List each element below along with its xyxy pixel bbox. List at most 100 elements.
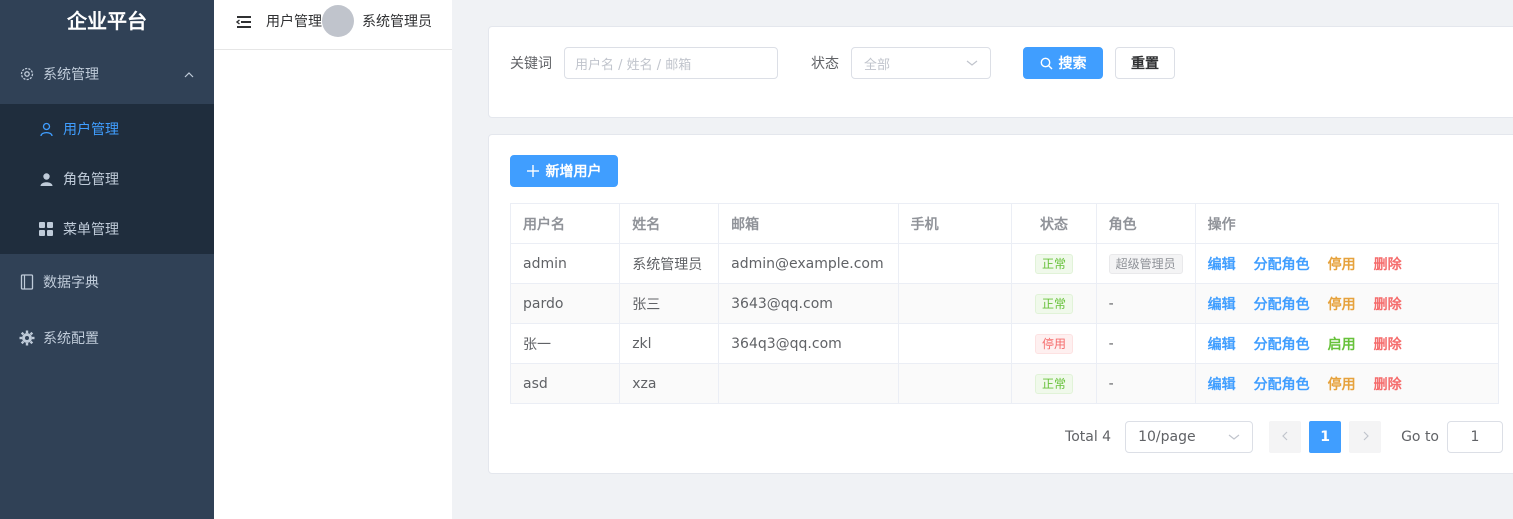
user-list-card: 新增用户 用户名 姓名 邮箱 手机 状态 角色 操作 admin 系统管理员 a… [488,134,1513,474]
sidebar-item-user-management[interactable]: 用户管理 [0,104,214,154]
hamburger-icon[interactable] [235,15,252,29]
cell-phone [897,363,1013,404]
delete-link[interactable]: 删除 [1374,257,1402,273]
next-page-button[interactable] [1349,421,1382,453]
sidebar-group-label: 系统管理 [43,67,99,83]
cell-role: 超级管理员 [1095,243,1196,284]
plus-icon [526,165,539,177]
settings-icon [18,330,35,347]
keyword-search-input[interactable]: 用户名 / 姓名 / 邮箱 [564,47,778,79]
cell-username: admin [509,243,621,284]
sidebar-item-label: 用户管理 [63,122,119,138]
search-icon [1040,57,1053,70]
chevron-down-icon [966,56,978,71]
cell-name: xza [619,363,720,404]
page-number-current[interactable]: 1 [1309,421,1342,453]
search-button-label: 搜索 [1058,56,1087,72]
pagination: Total 4 10/page 1 Go to 1 [1065,421,1503,453]
page-size-value: 10/page [1138,429,1196,445]
edit-link[interactable]: 编辑 [1208,297,1236,313]
cell-actions: 编辑 分配角色 启用 删除 [1194,323,1500,364]
search-row: 关键词 用户名 / 姓名 / 邮箱 状态 全部 搜索 重置 [510,47,1175,79]
table-row: asd xza 正常 - 编辑 分配角色 停用 删除 [509,363,1500,404]
reset-button-label: 重置 [1131,56,1159,72]
disable-link[interactable]: 停用 [1328,297,1356,313]
submenu-system-management: 用户管理 角色管理 菜单管理 [0,104,214,254]
table-row: 张一 zkl 364q3@qq.com 停用 - 编辑 分配角色 启用 删除 [509,323,1500,364]
status-select[interactable]: 全部 [851,47,991,79]
cell-status: 正常 [1011,243,1097,284]
cell-role: - [1095,323,1196,364]
reset-button[interactable]: 重置 [1115,47,1175,79]
sidebar-item-label: 数据字典 [43,275,99,291]
sidebar-item-data-dictionary[interactable]: 数据字典 [0,254,214,310]
cell-actions: 编辑 分配角色 停用 删除 [1194,363,1500,404]
sidebar-group-system-management[interactable]: 系统管理 [0,44,214,104]
cell-name: 张三 [619,283,720,324]
status-label: 状态 [811,56,839,72]
user-outline-icon [38,121,54,137]
cell-phone [897,243,1013,284]
column-header-name: 姓名 [619,203,720,244]
cell-username: pardo [509,283,621,324]
goto-page-input[interactable]: 1 [1447,421,1503,453]
cell-phone [897,283,1013,324]
table-header-row: 用户名 姓名 邮箱 手机 状态 角色 操作 [509,203,1500,244]
assign-role-link[interactable]: 分配角色 [1254,297,1310,313]
edit-link[interactable]: 编辑 [1208,377,1236,393]
sidebar-item-label: 菜单管理 [63,222,119,238]
sidebar-item-role-management[interactable]: 角色管理 [0,154,214,204]
disable-link[interactable]: 停用 [1328,257,1356,273]
search-button[interactable]: 搜索 [1023,47,1103,79]
header-bar: 用户管理 系统管理员 [214,0,452,50]
sidebar-item-label: 角色管理 [63,172,119,188]
edit-link[interactable]: 编辑 [1208,337,1236,353]
assign-role-link[interactable]: 分配角色 [1254,257,1310,273]
enable-link[interactable]: 启用 [1328,337,1356,353]
grid-icon [38,221,54,237]
table-row: admin 系统管理员 admin@example.com 正常 超级管理员 编… [509,243,1500,284]
add-user-button-label: 新增用户 [545,164,602,180]
chevron-left-icon [1281,429,1289,445]
breadcrumb: 用户管理 [266,13,322,30]
avatar[interactable] [322,4,354,37]
cell-username: 张一 [509,323,621,364]
search-card: 关键词 用户名 / 姓名 / 邮箱 状态 全部 搜索 重置 [488,26,1513,118]
page-size-select[interactable]: 10/page [1125,421,1254,453]
sidebar-item-menu-management[interactable]: 菜单管理 [0,204,214,254]
chevron-up-icon [184,67,194,83]
add-user-button[interactable]: 新增用户 [510,155,618,187]
column-header-username: 用户名 [509,203,621,244]
status-badge: 停用 [1035,333,1074,354]
column-header-phone: 手机 [897,203,1013,244]
cell-email: admin@example.com [718,243,899,284]
prev-page-button[interactable] [1269,421,1302,453]
gear-icon [18,66,35,83]
sidebar: 企业平台 系统管理 用户管理 角色管理 菜单管理 数据字典 系统配置 [0,0,214,519]
cell-username: asd [509,363,621,404]
column-header-email: 邮箱 [718,203,899,244]
status-select-value: 全部 [864,57,891,73]
chevron-down-icon [1228,429,1240,445]
column-header-status: 状态 [1011,203,1097,244]
delete-link[interactable]: 删除 [1374,377,1402,393]
keyword-label: 关键词 [510,56,552,72]
app-logo-title: 企业平台 [67,9,147,33]
cell-name: 系统管理员 [619,243,720,284]
cell-role: - [1095,283,1196,324]
goto-label: Go to [1401,429,1439,445]
assign-role-link[interactable]: 分配角色 [1254,337,1310,353]
cell-role: - [1095,363,1196,404]
status-badge: 正常 [1035,293,1074,314]
pagination-total: Total 4 [1065,429,1112,445]
delete-link[interactable]: 删除 [1374,337,1402,353]
delete-link[interactable]: 删除 [1374,297,1402,313]
assign-role-link[interactable]: 分配角色 [1254,377,1310,393]
edit-link[interactable]: 编辑 [1208,257,1236,273]
sidebar-item-system-config[interactable]: 系统配置 [0,310,214,366]
cell-actions: 编辑 分配角色 停用 删除 [1194,283,1500,324]
disable-link[interactable]: 停用 [1328,377,1356,393]
current-username[interactable]: 系统管理员 [362,11,432,31]
cell-status: 停用 [1011,323,1097,364]
status-badge: 正常 [1035,253,1074,274]
